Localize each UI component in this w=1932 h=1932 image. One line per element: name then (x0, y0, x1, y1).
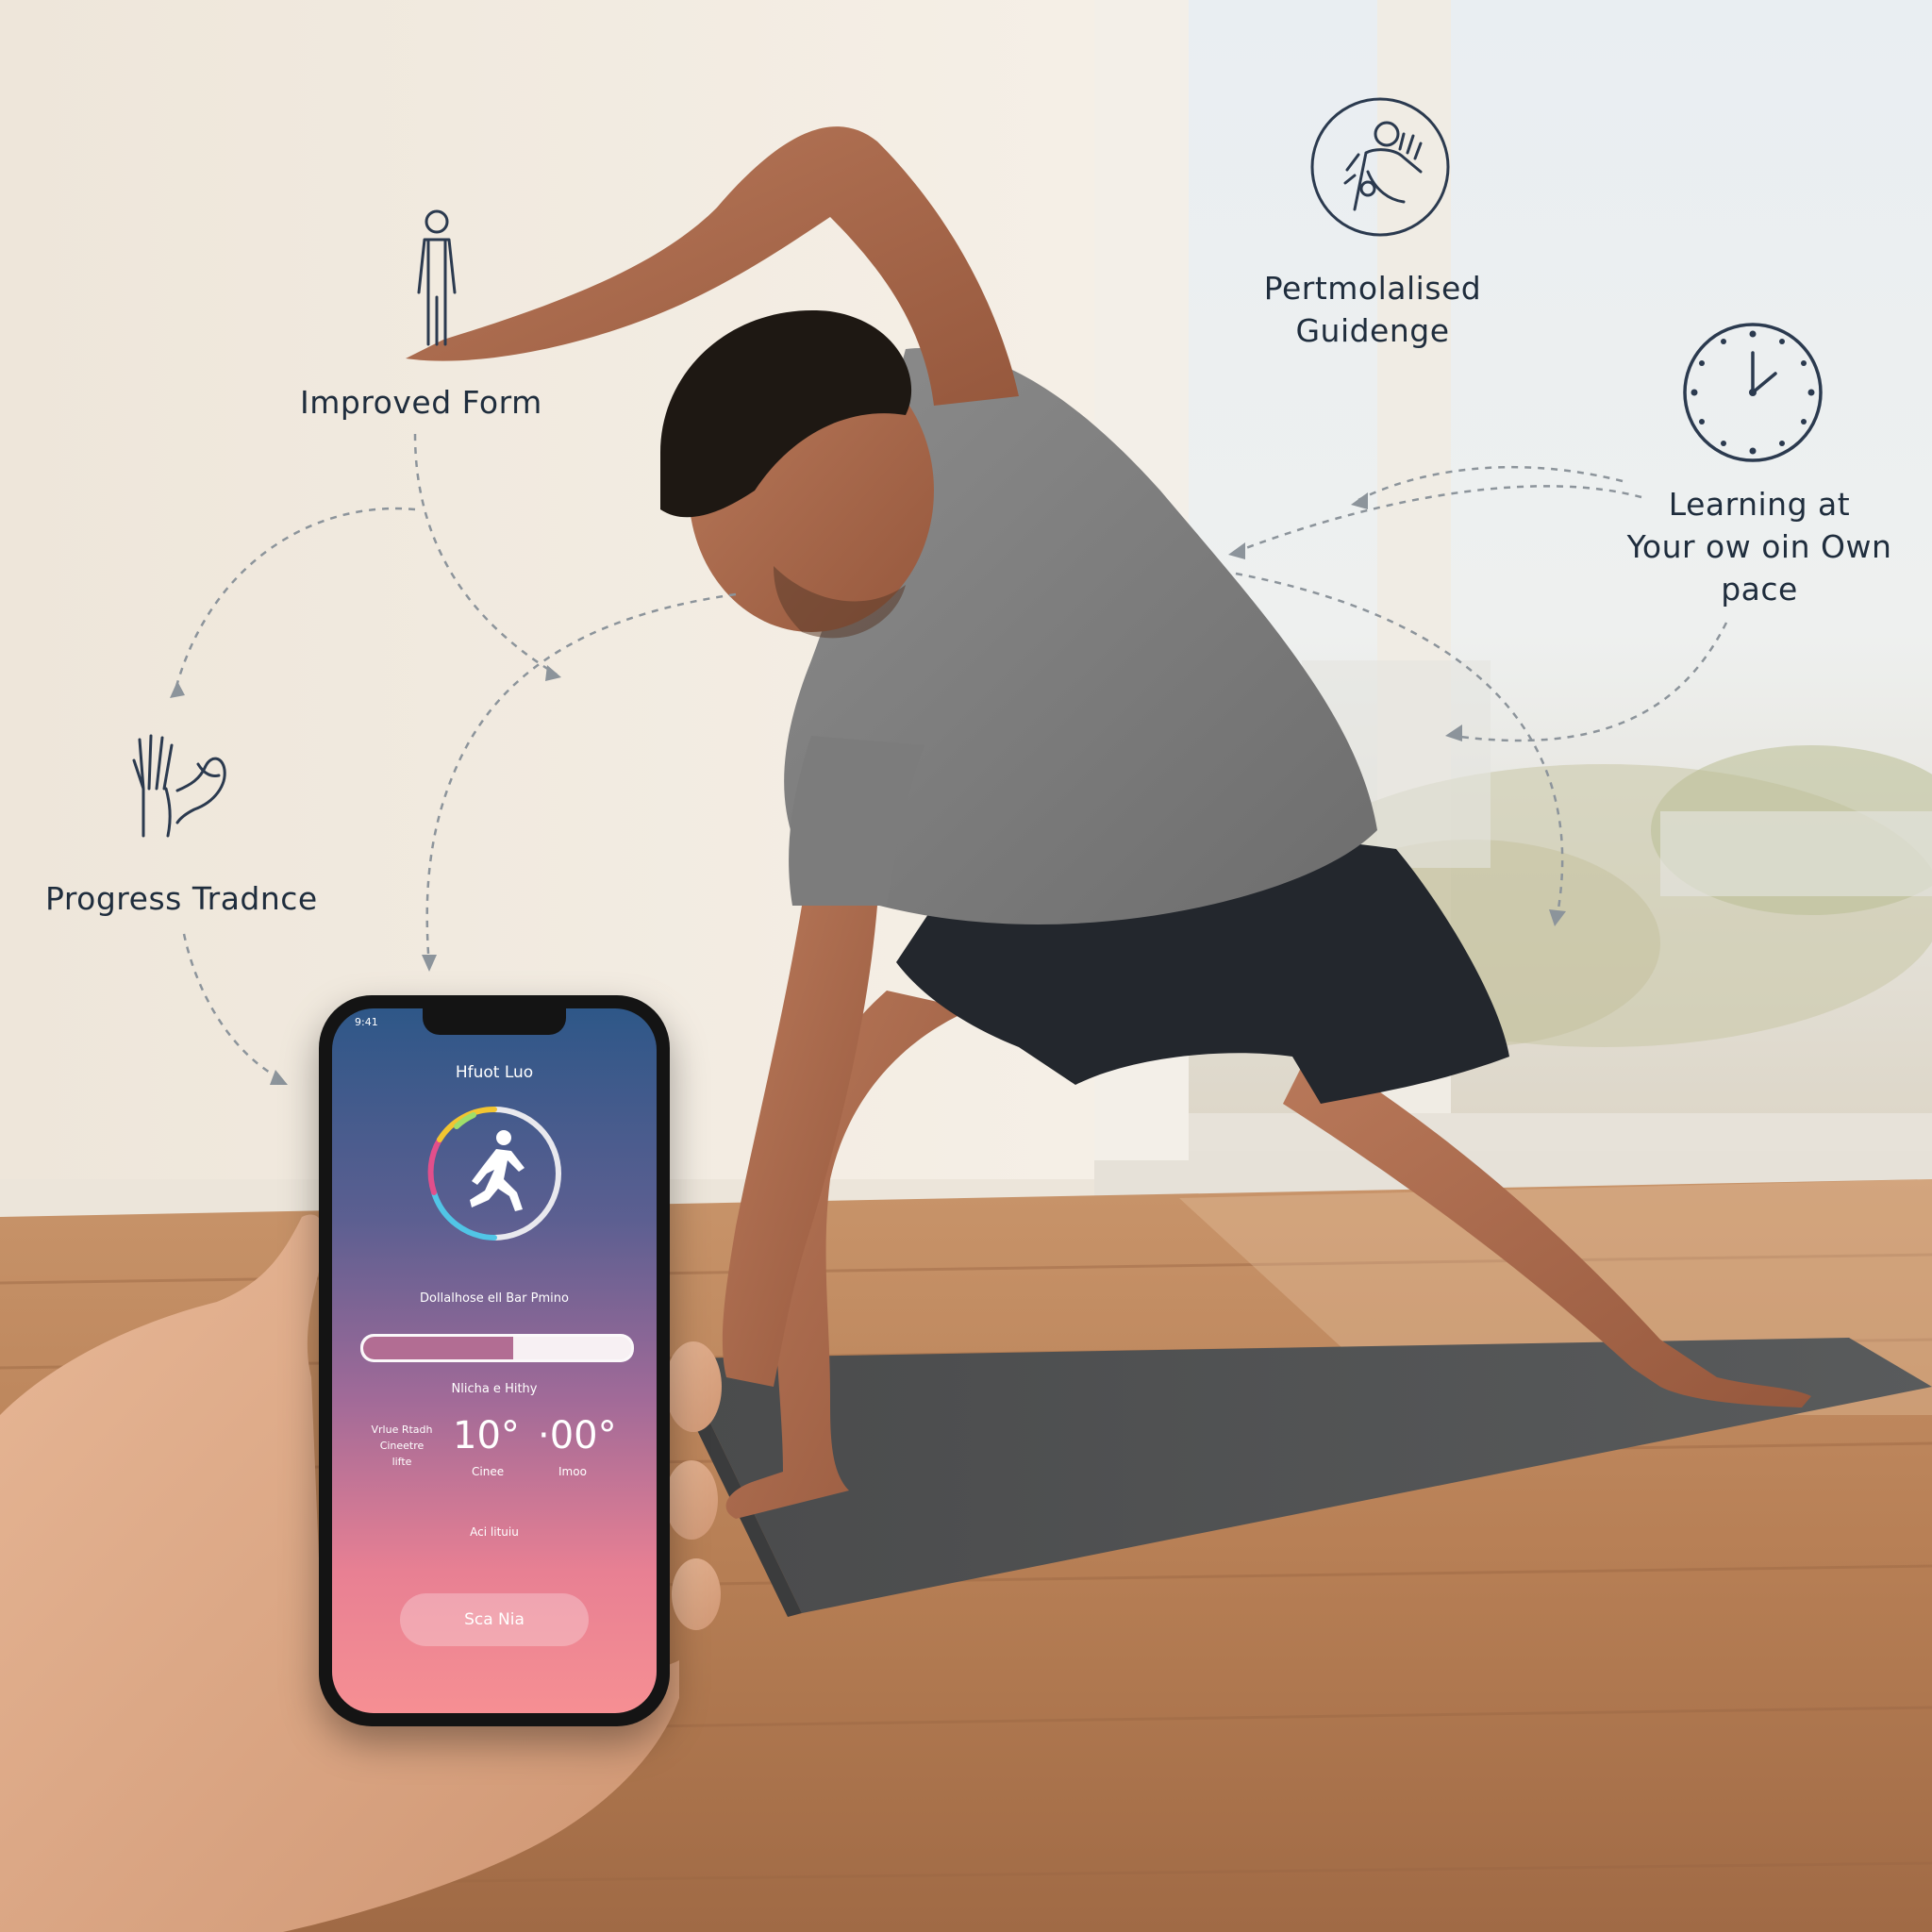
progress-tracking-label: Progress Tradnce (45, 880, 318, 917)
stat-label-2: Cineetre (379, 1440, 425, 1452)
stat-unit-2: Imoo (558, 1465, 587, 1478)
learning-pace-line-3: pace (1721, 571, 1798, 608)
stat-left-labels: Vrlue Rtadh Cineetre lifte (358, 1422, 445, 1470)
person-icon (417, 209, 457, 346)
personalised-guidance-line-2: Guidenge (1295, 312, 1450, 349)
clock-icon (1683, 323, 1823, 462)
status-time: 9:41 (355, 1016, 378, 1028)
stat-unit-1: Cinee (472, 1465, 505, 1478)
progress-fill (363, 1337, 514, 1359)
learning-pace-line-1: Learning at (1668, 486, 1851, 523)
start-button[interactable]: Sca Nia (400, 1593, 589, 1646)
section-label: Nlicha e Hithy (451, 1382, 538, 1396)
phone-screen: 9:41 Hfuot Luo Dollalhose ell Bar Pmino (332, 1008, 657, 1713)
stat-value-1: 10° (453, 1414, 520, 1457)
coaching-icon (1310, 97, 1450, 237)
stat-label-3: lifte (391, 1456, 412, 1468)
footer-label: Aci lituiu (470, 1525, 519, 1539)
improved-form-label: Improved Form (300, 384, 542, 421)
smartphone: 9:41 Hfuot Luo Dollalhose ell Bar Pmino (319, 995, 670, 1726)
runner-icon (470, 1130, 525, 1211)
stat-value-2: ·00° (538, 1414, 617, 1457)
app-title: Hfuot Luo (455, 1063, 534, 1082)
learning-pace-line-2: Your ow oin Own (1626, 528, 1892, 565)
room-background (0, 0, 1932, 1932)
activity-ring (427, 1106, 561, 1241)
learning-pace-label: Learning at Your ow oin Own pace (1594, 483, 1924, 610)
strength-icon (132, 734, 226, 838)
scene: Improved Form Pertmolalised Guidenge Lea… (0, 0, 1932, 1932)
workout-name: Dollalhose ell Bar Pmino (420, 1291, 569, 1306)
personalised-guidance-label: Pertmolalised Guidenge (1250, 267, 1495, 352)
personalised-guidance-line-1: Pertmolalised (1263, 270, 1482, 307)
progress-bar (360, 1334, 634, 1362)
stat-label-1: Vrlue Rtadh (371, 1424, 433, 1436)
phone-notch (423, 1008, 566, 1035)
